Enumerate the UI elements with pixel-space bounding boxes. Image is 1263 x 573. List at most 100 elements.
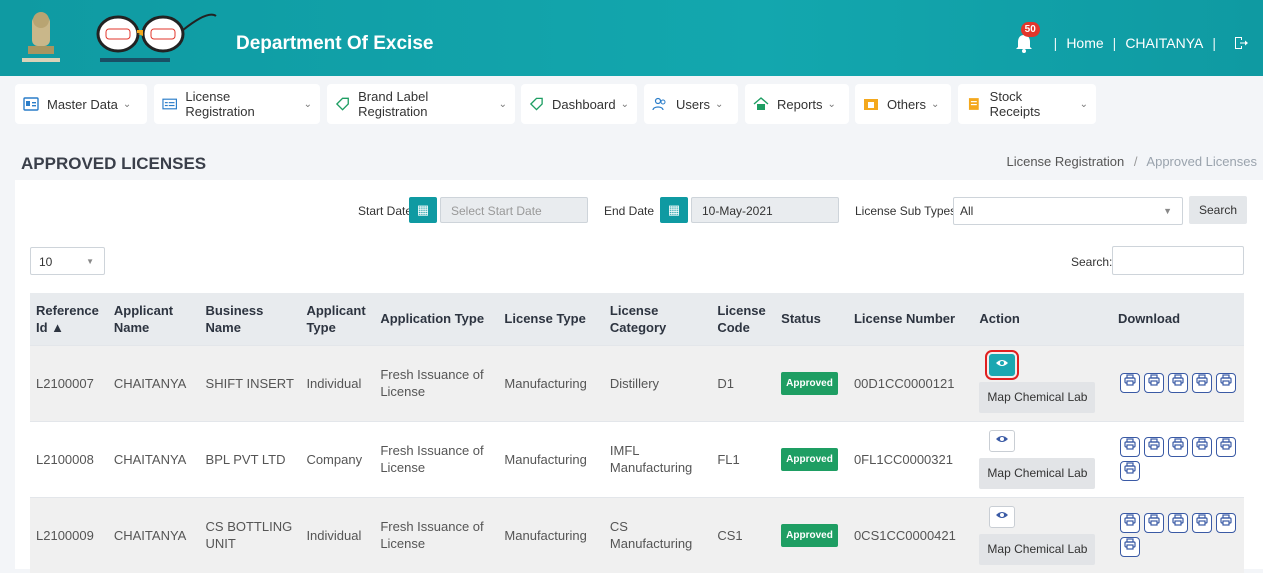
page-length-value: 10 — [39, 255, 53, 269]
print-icon[interactable] — [1167, 513, 1188, 534]
print-icon[interactable] — [1143, 437, 1164, 457]
nav-stock-receipts[interactable]: Stock Receipts ⌄ — [958, 84, 1096, 124]
nav-reports[interactable]: Reports ⌄ — [745, 84, 849, 124]
home-link[interactable]: Home — [1066, 35, 1103, 51]
header-line: Code — [717, 319, 750, 335]
start-date-label: Start Date — [358, 204, 413, 218]
print-icon[interactable] — [1143, 513, 1164, 534]
application-type-cell: Fresh Issuance of License — [380, 443, 484, 475]
view-eye-icon[interactable] — [985, 349, 1020, 380]
map-chemical-lab-button[interactable]: Map Chemical Lab — [979, 457, 1096, 489]
col-download-header[interactable]: Download — [1112, 293, 1244, 345]
view-eye-icon[interactable] — [989, 429, 1016, 452]
end-date-label: End Date — [604, 204, 655, 218]
print-icon[interactable] — [1119, 373, 1140, 393]
nav-others[interactable]: Others ⌄ — [855, 84, 951, 124]
map-chemical-lab-button[interactable]: Map Chemical Lab — [979, 533, 1096, 565]
caret-down-icon: ▼ — [1163, 206, 1172, 216]
nav-label: Brand Label Registration — [358, 89, 429, 119]
nav-master-data[interactable]: Master Data ⌄ — [15, 84, 147, 124]
reference-id-cell: L2100007 — [36, 375, 94, 391]
col-business-name-header[interactable]: Business Name — [200, 293, 301, 345]
nav-users[interactable]: Users ⌄ — [644, 84, 738, 124]
notification-count-badge: 50 — [1020, 22, 1040, 37]
print-icon[interactable] — [1191, 513, 1212, 534]
col-applicant-type-header[interactable]: Applicant Type — [300, 293, 374, 345]
caret-down-icon: ▼ — [86, 257, 94, 266]
id-card-icon — [23, 97, 39, 111]
license-number-cell: 00D1CC0000121 — [853, 375, 955, 391]
action-cell: Map Chemical Lab — [973, 497, 1112, 573]
page-length-select[interactable]: 10 ▼ — [30, 247, 105, 275]
table-row: L2100008 CHAITANYA BPL PVT LTD Company Fresh… — [30, 421, 1244, 497]
end-date-input[interactable]: 10-May-2021 — [691, 197, 839, 223]
print-icon[interactable] — [1119, 437, 1140, 457]
map-chemical-lab-button[interactable]: Map Chemical Lab — [979, 381, 1096, 413]
reference-id-cell: L2100008 — [36, 451, 94, 467]
license-category-cell: CS Manufacturing — [609, 519, 693, 552]
col-status-header[interactable]: Status — [775, 293, 848, 345]
status-cell: Approved — [775, 421, 848, 497]
license-subtype-select[interactable]: All ▼ — [953, 197, 1183, 225]
notification-bell[interactable]: 50 — [1013, 22, 1040, 54]
start-date-input[interactable]: Select Start Date — [440, 197, 588, 223]
logout-icon[interactable] — [1233, 35, 1249, 51]
breadcrumb-parent[interactable]: License Registration — [1006, 154, 1124, 169]
license-code-cell: CS1 — [717, 527, 743, 543]
nav-label: Master Data — [47, 96, 118, 112]
user-name[interactable]: CHAITANYA — [1125, 35, 1203, 51]
start-calendar-icon[interactable]: ▦ — [409, 197, 437, 223]
print-icon[interactable] — [1119, 513, 1140, 534]
header-line: Action — [979, 311, 1020, 327]
license-code-cell: D1 — [717, 375, 734, 391]
nav-label: Reports — [777, 96, 823, 112]
col-license-code-header[interactable]: License Code — [711, 293, 775, 345]
reference-id-cell: L2100009 — [36, 527, 94, 543]
header-divider: | — [1212, 35, 1216, 51]
chevron-down-icon: ⌄ — [1079, 98, 1088, 110]
nav-label: License Registration — [185, 89, 255, 119]
print-icon[interactable] — [1191, 373, 1212, 393]
print-icon[interactable] — [1215, 513, 1236, 534]
print-icon[interactable] — [1215, 437, 1236, 457]
department-title: Department Of Excise — [236, 33, 434, 54]
nav-license-registration[interactable]: License Registration ⌄ — [154, 84, 320, 124]
applicant-type-cell: Company — [306, 451, 363, 467]
header-line: Name — [113, 319, 150, 335]
license-type-cell: Manufacturing — [504, 375, 587, 391]
table-search-input[interactable] — [1112, 246, 1244, 275]
action-cell: Map Chemical Lab — [973, 345, 1112, 421]
print-icon[interactable] — [1215, 373, 1236, 393]
table-header-row: Reference Id ▲ Applicant Name Business Name Ap… — [30, 293, 1244, 345]
end-calendar-icon[interactable]: ▦ — [660, 197, 688, 223]
nav-brand-label-registration[interactable]: Brand Label Registration ⌄ — [327, 84, 515, 124]
users-icon — [652, 97, 666, 111]
status-badge: Approved — [781, 447, 838, 471]
download-cell — [1112, 345, 1244, 421]
print-icon[interactable] — [1119, 461, 1140, 481]
nav-label: Users — [676, 96, 710, 112]
nav-label: Stock Receipts — [989, 89, 1041, 119]
print-icon[interactable] — [1191, 437, 1212, 457]
header-line: License — [609, 302, 659, 318]
search-button[interactable]: Search — [1189, 196, 1248, 224]
license-code-cell: FL1 — [717, 451, 740, 467]
print-icon[interactable] — [1143, 373, 1164, 393]
col-action-header[interactable]: Action — [973, 293, 1112, 345]
license-type-cell: Manufacturing — [504, 451, 587, 467]
header-line: Download — [1117, 311, 1181, 327]
col-applicant-name-header[interactable]: Applicant Name — [108, 293, 200, 345]
print-icon[interactable] — [1167, 437, 1188, 457]
col-license-type-header[interactable]: License Type — [498, 293, 603, 345]
view-eye-icon[interactable] — [989, 505, 1016, 528]
print-icon[interactable] — [1119, 537, 1140, 558]
print-icon[interactable] — [1167, 373, 1188, 393]
license-category-cell: IMFL Manufacturing — [609, 443, 693, 475]
nav-dashboard[interactable]: Dashboard ⌄ — [521, 84, 637, 124]
chevron-down-icon: ⌄ — [827, 98, 836, 110]
nav-label: Others — [887, 96, 927, 112]
col-license-category-header[interactable]: License Category — [604, 293, 711, 345]
col-application-type-header[interactable]: Application Type — [374, 293, 498, 345]
col-reference-id-header[interactable]: Reference Id ▲ — [30, 293, 108, 345]
col-license-number-header[interactable]: License Number — [848, 293, 973, 345]
